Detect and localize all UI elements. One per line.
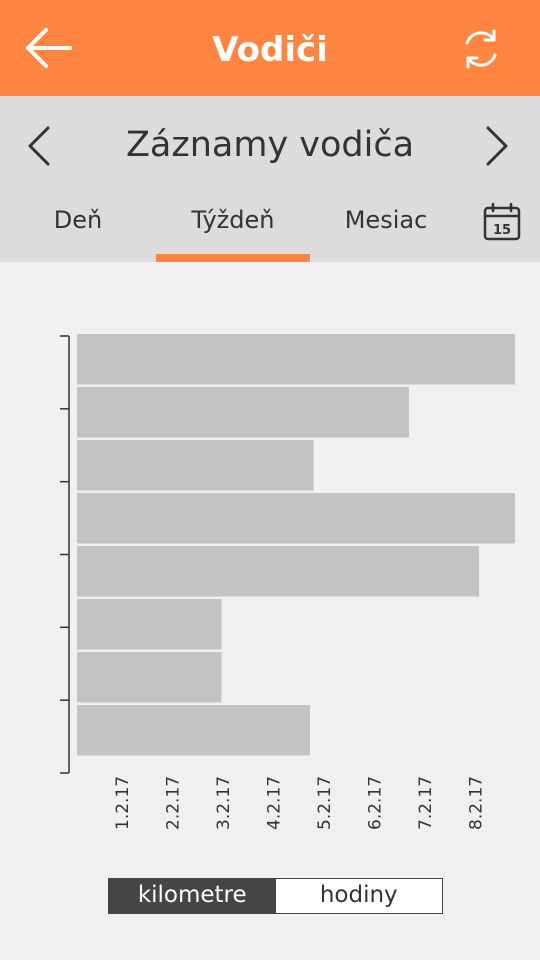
calendar-day-label: 15 [493, 223, 511, 238]
chart-bar [77, 599, 222, 650]
tab-week[interactable]: Týždeň [156, 196, 310, 262]
chevron-left-icon[interactable] [22, 124, 58, 168]
chart-bar [77, 387, 410, 438]
x-tick-label: 4.2.17 [265, 776, 285, 830]
chart-bar [77, 440, 314, 491]
records-header: Záznamy vodiča Deň Týždeň Mesiac 15 [0, 96, 540, 262]
x-tick-label: 2.2.17 [164, 776, 184, 830]
x-tick-label: 1.2.17 [113, 776, 133, 830]
chevron-right-icon[interactable] [478, 124, 514, 168]
tab-month[interactable]: Mesiac [310, 196, 462, 262]
records-bar-chart: 1.2.17 2.2.17 3.2.17 4.2.17 5.2.17 6.2.17 7.2.… [60, 334, 515, 830]
x-axis-labels: 1.2.17 2.2.17 3.2.17 4.2.17 5.2.17 6.2.17 7.2.… [113, 776, 487, 830]
chart-bar [77, 705, 311, 756]
x-tick-label: 6.2.17 [366, 776, 386, 830]
x-tick-label: 8.2.17 [467, 776, 487, 830]
toggle-hodiny[interactable]: hodiny [276, 879, 443, 913]
tab-day[interactable]: Deň [0, 196, 156, 262]
app-bar: Vodiči [0, 0, 540, 96]
x-tick-label: 3.2.17 [214, 776, 234, 830]
x-tick-label: 5.2.17 [315, 776, 335, 830]
refresh-icon[interactable] [458, 26, 504, 72]
x-tick-label: 7.2.17 [416, 776, 436, 830]
chart-bar [77, 652, 222, 703]
unit-toggle: kilometre hodiny [108, 878, 443, 914]
chart-bar [77, 334, 515, 385]
toggle-kilometre[interactable]: kilometre [109, 879, 276, 913]
chart-bar [77, 546, 480, 597]
y-axis [60, 335, 70, 774]
calendar-icon[interactable]: 15 [483, 203, 521, 241]
chart-bar [77, 493, 515, 544]
chart-bars [77, 334, 515, 756]
records-title: Záznamy vodiča [125, 125, 415, 165]
